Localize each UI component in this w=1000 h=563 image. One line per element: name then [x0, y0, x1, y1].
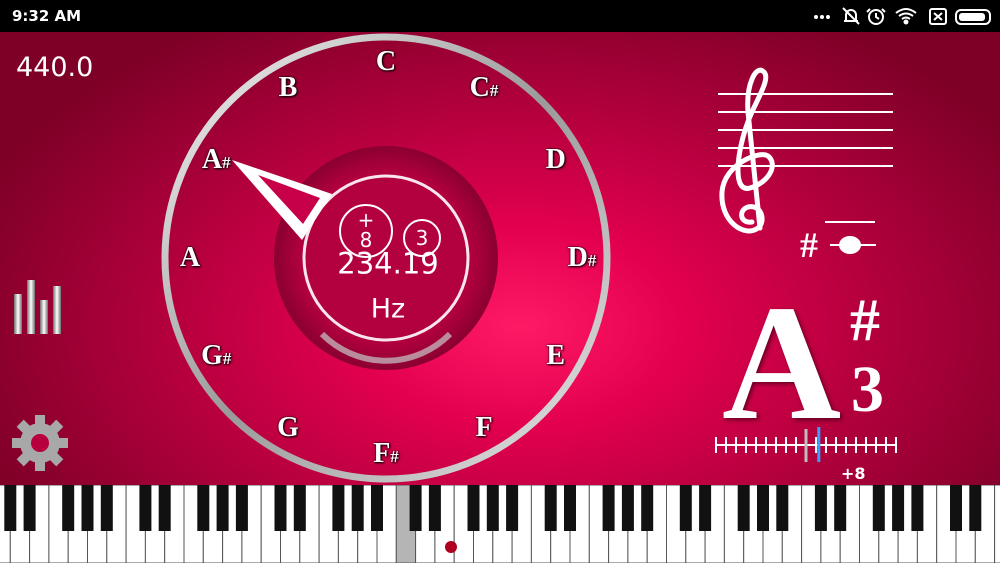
piano-black-key [409, 485, 422, 531]
piano-black-key [23, 485, 36, 531]
piano-black-key [139, 485, 152, 531]
mode-button[interactable] [8, 272, 68, 342]
dial-note-c-sharp: C# [469, 72, 499, 104]
piano-position-marker [445, 541, 457, 553]
sim-icon [929, 8, 947, 25]
dial-note-d: D [545, 144, 566, 175]
detected-octave: 3 [851, 353, 884, 426]
staff-accidental: # [800, 225, 818, 265]
piano-black-key [428, 485, 441, 531]
piano-black-key [467, 485, 480, 531]
wifi-icon [895, 8, 917, 25]
dial-note-f-sharp: F# [373, 438, 399, 469]
piano-black-key [814, 485, 827, 531]
dial-note-c: C [375, 46, 397, 77]
piano-black-key [486, 485, 499, 531]
piano-black-key [969, 485, 982, 531]
piano-black-key [216, 485, 229, 531]
piano-black-key [351, 485, 364, 531]
status-time: 9:32 AM [12, 7, 82, 25]
detected-accidental: # [850, 287, 880, 353]
more-icon [814, 15, 830, 19]
piano-black-key [158, 485, 171, 531]
alarm-off-icon [842, 7, 860, 25]
piano-black-key [564, 485, 576, 531]
piano-black-key [679, 485, 692, 531]
piano-black-key [621, 485, 634, 531]
cents-readout: +8 [841, 464, 866, 483]
piano-black-key [544, 485, 557, 531]
dial-note-d-sharp: D# [567, 242, 597, 273]
piano-black-key [4, 485, 17, 531]
tuner-screen: 440.0 C C# D D# E F F# G G# A A# B + 8 3… [0, 32, 1000, 485]
piano-black-key [62, 485, 75, 531]
status-icons [814, 7, 991, 25]
piano-black-key [506, 485, 519, 531]
piano-black-key [757, 485, 769, 531]
dial-note-f: F [475, 411, 493, 443]
status-bar: 9:32 AM [0, 0, 1000, 32]
detected-note: A [722, 271, 842, 454]
piano-black-key [776, 485, 789, 531]
piano-keyboard[interactable] [0, 485, 1000, 563]
piano-black-key [602, 485, 615, 531]
piano-black-key [274, 485, 287, 531]
dial-note-b: B [278, 72, 298, 104]
frequency-readout: 234.19 [337, 246, 439, 281]
settings-button[interactable] [8, 410, 72, 476]
piano-black-key [371, 485, 383, 531]
dial-note-g-sharp: G# [201, 340, 232, 371]
piano-black-key [100, 485, 113, 531]
piano-black-key [197, 485, 210, 531]
piano-black-key [950, 485, 962, 531]
piano-white-key [994, 485, 1000, 563]
piano-black-key [293, 485, 306, 531]
piano-black-key [892, 485, 905, 531]
piano-black-key [911, 485, 924, 531]
piano-black-key [641, 485, 654, 531]
battery-icon [955, 9, 991, 25]
piano-black-key [834, 485, 847, 531]
piano-black-key [737, 485, 750, 531]
cents-sign: + [357, 208, 375, 232]
dial-note-a-sharp: A# [201, 144, 231, 175]
frequency-unit: Hz [370, 293, 406, 325]
piano-black-key [235, 485, 248, 531]
piano-black-key [872, 485, 885, 531]
dial-note-a: A [179, 242, 201, 273]
dial-note-e: E [546, 340, 566, 371]
piano-black-key [699, 485, 712, 531]
piano-black-key [332, 485, 345, 531]
piano-black-key [81, 485, 94, 531]
tuner-dial [12, 33, 897, 483]
alarm-icon [866, 8, 886, 25]
dial-note-g: G [277, 411, 299, 443]
